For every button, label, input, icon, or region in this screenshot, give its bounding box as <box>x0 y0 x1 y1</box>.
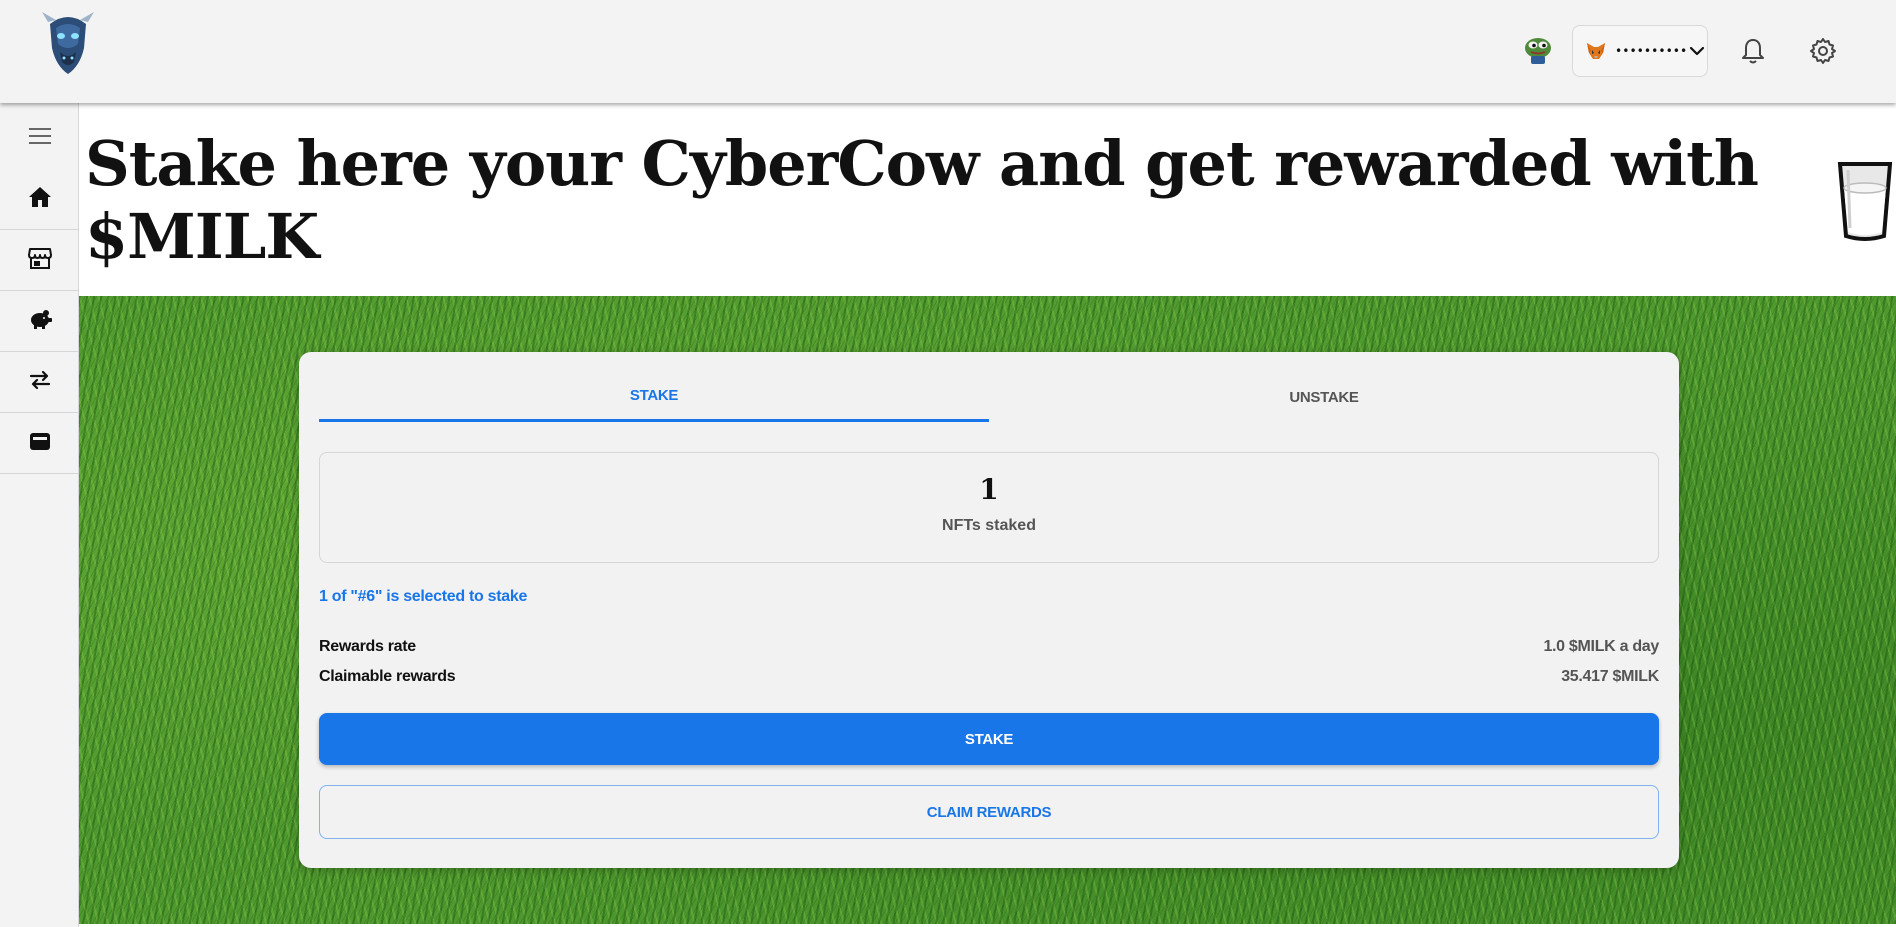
stake-button[interactable]: STAKE <box>319 713 1659 765</box>
stake-tabs: STAKE UNSTAKE <box>319 372 1659 422</box>
sidebar <box>0 103 79 927</box>
rewards-rate-value: 1.0 $MILK a day <box>1543 638 1659 655</box>
swap-arrows-icon <box>27 367 53 398</box>
metamask-fox-icon <box>1585 41 1607 61</box>
bell-icon[interactable] <box>1738 36 1768 66</box>
wallet-icon <box>27 428 53 459</box>
sidebar-item-wallet[interactable] <box>0 413 79 474</box>
wallet-address: •••••••••• <box>1615 44 1688 58</box>
top-bar: •••••••••• <box>0 0 1896 103</box>
cybercow-logo[interactable] <box>40 8 96 78</box>
staked-count: 1 <box>979 473 999 506</box>
home-icon <box>27 184 53 215</box>
sidebar-item-swap[interactable] <box>0 352 79 413</box>
claimable-rewards-row: Claimable rewards 35.417 $MILK <box>319 668 1659 686</box>
wallet-account-button[interactable]: •••••••••• <box>1572 25 1708 77</box>
sidebar-item-home[interactable] <box>0 169 79 230</box>
tab-stake[interactable]: STAKE <box>319 372 989 422</box>
claim-rewards-button[interactable]: CLAIM REWARDS <box>319 785 1659 839</box>
page-title: Stake here your CyberCow and get rewarde… <box>85 127 1896 273</box>
staked-stats-box: 1 NFTs staked <box>319 452 1659 563</box>
staking-card: STAKE UNSTAKE 1 NFTs staked 1 of "#6" is… <box>299 352 1679 868</box>
tab-unstake[interactable]: UNSTAKE <box>989 372 1659 422</box>
selection-note: 1 of "#6" is selected to stake <box>319 588 528 605</box>
hamburger-menu-icon[interactable] <box>0 103 79 169</box>
claimable-rewards-value: 35.417 $MILK <box>1561 668 1659 685</box>
milk-glass-icon <box>1834 158 1896 242</box>
pepe-avatar[interactable] <box>1522 34 1554 66</box>
gear-icon[interactable] <box>1808 36 1838 66</box>
chevron-down-icon <box>1687 41 1707 61</box>
piggy-bank-icon <box>27 306 53 337</box>
page-header: Stake here your CyberCow and get rewarde… <box>79 103 1896 296</box>
page-title-text: Stake here your CyberCow and get rewarde… <box>85 126 1759 273</box>
staked-label: NFTs staked <box>942 517 1036 534</box>
sidebar-item-store[interactable] <box>0 230 79 291</box>
claimable-rewards-label: Claimable rewards <box>319 668 456 685</box>
store-icon <box>27 245 53 276</box>
sidebar-item-staking[interactable] <box>0 291 79 352</box>
rewards-rate-label: Rewards rate <box>319 638 416 655</box>
rewards-rate-row: Rewards rate 1.0 $MILK a day <box>319 638 1659 656</box>
